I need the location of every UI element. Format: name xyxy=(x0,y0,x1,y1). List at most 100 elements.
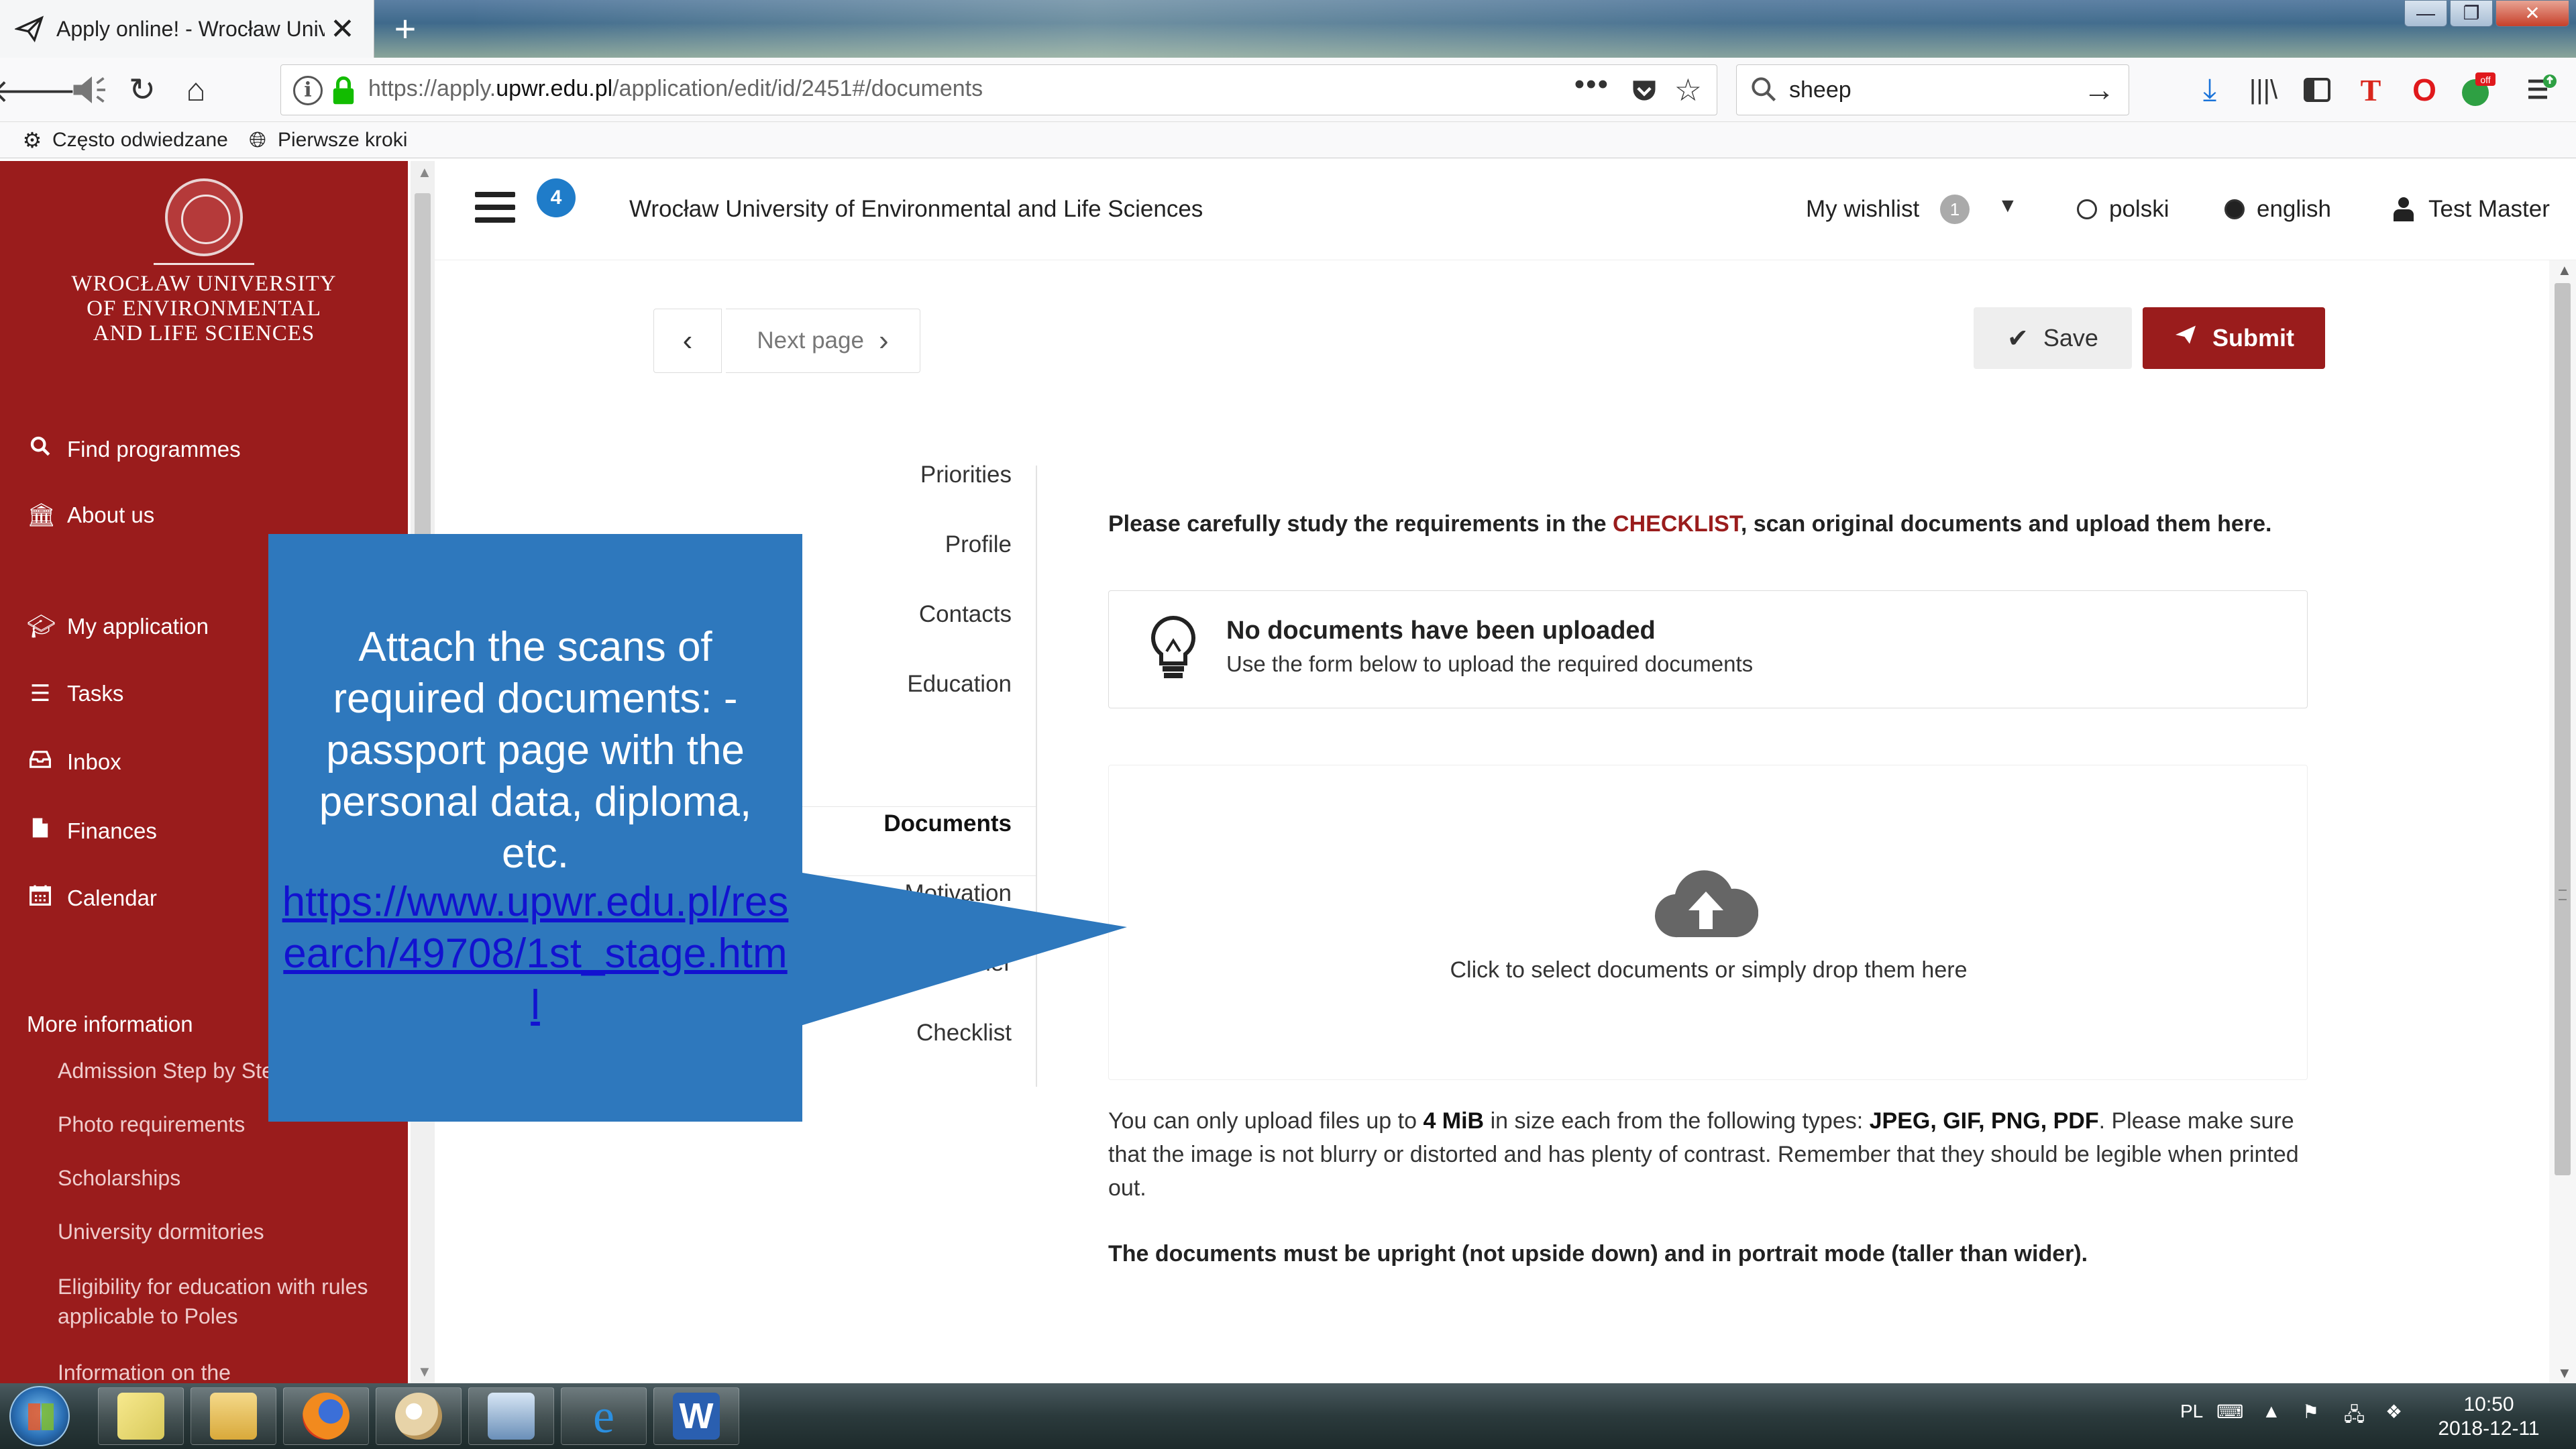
internet-explorer-icon: e xyxy=(593,1389,614,1443)
chevron-down-icon[interactable]: ▼ xyxy=(1998,195,2018,217)
bookmark-item[interactable]: ⚙ Często odwiedzane xyxy=(20,126,228,154)
checklist-link[interactable]: CHECKLIST xyxy=(1613,511,1741,537)
step-contacts[interactable]: Contacts xyxy=(919,601,1012,628)
speaker-icon[interactable] xyxy=(67,68,110,111)
sidebar-item-label: Find programmes xyxy=(67,436,241,462)
scrollbar-thumb[interactable] xyxy=(2555,283,2571,1175)
previous-page-button[interactable]: ‹ xyxy=(653,309,722,373)
step-documents[interactable]: Documents xyxy=(883,810,1012,837)
tab-close-icon[interactable]: ✕ xyxy=(330,12,355,46)
sidebar-toggle-icon[interactable] xyxy=(2296,68,2339,111)
more-info-link[interactable]: Scholarships xyxy=(58,1163,380,1193)
building-icon: 🏛︎ xyxy=(27,502,56,528)
step-education[interactable]: Education xyxy=(907,671,1012,698)
callout-link[interactable]: https://www.upwr.edu.pl/research/49708/1… xyxy=(268,876,802,1031)
scroll-down-arrow-icon[interactable]: ▼ xyxy=(417,1363,432,1381)
step-profile[interactable]: Profile xyxy=(945,531,1012,558)
search-input[interactable]: sheep xyxy=(1789,77,1851,103)
keyboard-icon[interactable]: ⌨ xyxy=(2216,1401,2243,1423)
top-header: 4 Wrocław University of Environmental an… xyxy=(435,161,2576,260)
next-page-label: Next page xyxy=(757,327,864,354)
minimize-button[interactable]: — xyxy=(2404,0,2447,27)
taskbar-app-explorer[interactable] xyxy=(191,1387,276,1445)
sidebar-item-inbox[interactable]: Inbox xyxy=(27,749,121,775)
sidebar-item-about-us[interactable]: 🏛︎ About us xyxy=(27,502,154,529)
sidebar-item-finances[interactable]: Finances xyxy=(27,817,157,845)
window-controls: — ❐ ✕ xyxy=(2402,0,2569,31)
step-priorities[interactable]: Priorities xyxy=(920,462,1012,488)
dropbox-icon[interactable]: ❖ xyxy=(2385,1401,2402,1423)
alert-subtitle: Use the form below to upload the require… xyxy=(1226,651,1754,676)
new-tab-button[interactable]: + xyxy=(385,7,425,51)
university-logo[interactable]: Wrocław University of Environmental and … xyxy=(0,178,408,346)
gear-icon: ⚙ xyxy=(22,128,42,152)
notification-badge[interactable]: 4 xyxy=(537,178,576,217)
download-icon[interactable]: ⤓ xyxy=(2188,68,2231,111)
pocket-icon[interactable] xyxy=(1629,76,1659,105)
more-info-link[interactable]: Eligibility for education with rules app… xyxy=(58,1272,380,1331)
more-info-link[interactable]: Information on the xyxy=(58,1358,380,1383)
address-bar[interactable]: i https://apply.upwr.edu.pl/application/… xyxy=(280,64,1717,115)
taskbar-app-notes[interactable] xyxy=(98,1387,184,1445)
maximize-button[interactable]: ❐ xyxy=(2450,0,2493,27)
menu-icon[interactable] xyxy=(2520,68,2563,111)
scroll-down-arrow-icon[interactable]: ▼ xyxy=(2557,1364,2572,1382)
taskbar-app-paint[interactable] xyxy=(376,1387,462,1445)
graduation-cap-icon: 🎓︎ xyxy=(27,614,56,639)
language-option-polski[interactable]: polski xyxy=(2077,196,2169,223)
start-button[interactable] xyxy=(9,1386,70,1446)
sidebar-item-calendar[interactable]: Calendar xyxy=(27,884,157,912)
clock-time: 10:50 xyxy=(2463,1393,2514,1415)
home-icon[interactable]: ⌂ xyxy=(174,68,217,111)
taskbar-app-ie[interactable]: e xyxy=(561,1387,647,1445)
sidebar-item-tasks[interactable]: ☰ Tasks xyxy=(27,680,124,707)
hamburger-menu-icon[interactable] xyxy=(475,192,515,225)
language-indicator[interactable]: PL xyxy=(2180,1401,2203,1422)
sidebar-item-my-application[interactable]: 🎓︎ My application xyxy=(27,613,209,640)
globe-icon: 🌐︎ xyxy=(249,127,266,152)
user-menu[interactable]: Test Master xyxy=(2394,196,2550,223)
more-info-link[interactable]: University dormitories xyxy=(58,1217,380,1246)
documents-intro: Please carefully study the requirements … xyxy=(1108,511,2272,537)
no-documents-alert: No documents have been uploaded Use the … xyxy=(1108,590,2308,708)
language-option-english[interactable]: english xyxy=(2224,196,2331,223)
sidebar-item-label: Finances xyxy=(67,818,157,843)
wishlist-count-badge: 1 xyxy=(1940,195,1970,224)
wishlist-button[interactable]: My wishlist xyxy=(1806,196,1919,223)
main-scrollbar[interactable]: ▲ ▼ xyxy=(2549,260,2576,1383)
scroll-up-arrow-icon[interactable]: ▲ xyxy=(2557,262,2572,279)
library-icon[interactable]: |||\ xyxy=(2242,68,2285,111)
bookmark-star-icon[interactable]: ☆ xyxy=(1674,72,1702,108)
save-button[interactable]: ✔ Save xyxy=(1974,307,2132,369)
extension-off-icon[interactable]: off xyxy=(2457,68,2500,111)
network-icon[interactable]: 🖧 xyxy=(2344,1401,2365,1433)
taskbar-app-firefox[interactable] xyxy=(283,1387,369,1445)
taskbar-app-word[interactable]: W xyxy=(653,1387,739,1445)
reload-icon[interactable]: ↻ xyxy=(121,68,164,111)
sidebar-item-find-programmes[interactable]: Find programmes xyxy=(27,435,241,464)
search-bar[interactable]: sheep → xyxy=(1736,64,2129,115)
submit-button[interactable]: Submit xyxy=(2143,307,2325,369)
scroll-up-arrow-icon[interactable]: ▲ xyxy=(417,164,432,181)
document-dropzone[interactable]: Click to select documents or simply drop… xyxy=(1108,765,2308,1080)
svg-text:off: off xyxy=(2480,74,2490,85)
taskbar-app-screens[interactable] xyxy=(468,1387,554,1445)
action-center-flag-icon[interactable]: ⚑ xyxy=(2302,1401,2319,1423)
search-icon xyxy=(27,435,54,464)
browser-tab[interactable]: Apply online! - Wrocław Unive ✕ xyxy=(0,0,374,58)
show-hidden-icons-icon[interactable]: ▲ xyxy=(2262,1401,2281,1422)
university-name-line: Wrocław University xyxy=(71,272,337,296)
search-go-icon[interactable]: → xyxy=(2083,72,2115,109)
dropzone-text: Click to select documents or simply drop… xyxy=(1450,957,1968,983)
page-actions-icon[interactable]: ••• xyxy=(1574,68,1609,101)
check-icon: ✔ xyxy=(2007,324,2029,353)
back-icon[interactable]: 🡐 xyxy=(0,68,76,111)
site-info-icon[interactable]: i xyxy=(293,76,323,105)
annotation-callout: Attach the scans of required documents: … xyxy=(268,534,802,1122)
system-clock[interactable]: 10:50 2018-12-11 xyxy=(2428,1393,2549,1441)
translate-extension-icon[interactable]: T xyxy=(2349,68,2392,111)
bookmark-item[interactable]: 🌐︎ Pierwsze kroki xyxy=(246,126,407,154)
next-page-button[interactable]: Next page › xyxy=(726,309,920,373)
close-window-button[interactable]: ✕ xyxy=(2496,0,2569,27)
opera-extension-icon[interactable]: O xyxy=(2403,68,2446,111)
